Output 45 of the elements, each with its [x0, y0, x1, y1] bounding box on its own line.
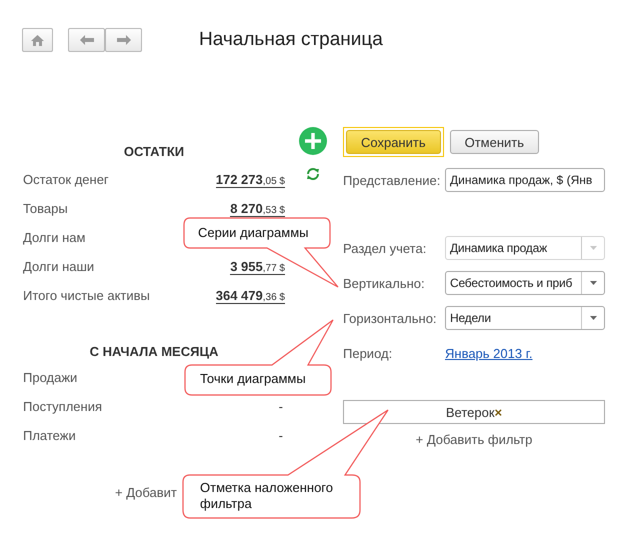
row-label: Платежи: [23, 428, 76, 443]
dropdown-field[interactable]: Себестоимость и приб: [445, 271, 605, 295]
add-icon[interactable]: [299, 127, 327, 155]
amount-link[interactable]: 172 273,05 $: [216, 172, 285, 188]
field-label: Представление:: [343, 172, 442, 188]
dropdown-arrow-icon: [590, 246, 596, 250]
row-label: Товары: [23, 201, 68, 216]
field-label: Раздел учета:: [343, 240, 428, 256]
input-field[interactable]: Динамика продаж, $ (Янв: [445, 168, 605, 192]
row-label: Долги наши: [23, 259, 94, 274]
row-label: Продажи: [23, 370, 78, 385]
dropdown-arrow-icon: [590, 316, 596, 320]
home-button[interactable]: [22, 28, 53, 52]
row-value: -: [278, 399, 283, 414]
row-value: -: [278, 428, 283, 443]
forward-button[interactable]: [105, 28, 142, 52]
row-label: Итого чистые активы: [23, 288, 150, 303]
add-filter-link[interactable]: + Добавить фильтр: [416, 432, 532, 447]
field-label: Вертикально:: [343, 276, 426, 290]
filter-tag[interactable]: Ветерок×: [343, 400, 605, 424]
callout-text: Серии диаграммы: [198, 225, 310, 241]
home-icon: [31, 34, 44, 46]
add-link[interactable]: + Добавит: [115, 485, 177, 500]
row-label: Поступления: [23, 399, 102, 414]
callout-text: Отметка наложенного фильтра: [200, 480, 334, 512]
refresh-icon[interactable]: [306, 167, 320, 181]
callout-text: Точки диаграммы: [200, 371, 307, 387]
row-label: Остаток денег: [23, 172, 109, 187]
back-button[interactable]: [68, 28, 105, 52]
section-heading: С НАЧАЛА МЕСЯЦА: [88, 344, 220, 359]
row-label: Долги нам: [23, 230, 86, 245]
dropdown-arrow-icon: [590, 281, 596, 285]
amount-link[interactable]: 8 270,53 $: [230, 200, 285, 216]
save-button[interactable]: Сохранить: [346, 130, 441, 154]
field-label: Период:: [343, 346, 394, 360]
period-link[interactable]: Январь 2013 г.: [445, 346, 532, 360]
forward-arrow-icon: [116, 35, 130, 45]
amount-link[interactable]: 3 955,77 $: [230, 258, 285, 274]
cancel-button[interactable]: Отменить: [450, 130, 540, 154]
page-title: Начальная страница: [199, 29, 383, 51]
dropdown-field[interactable]: Недели: [445, 306, 605, 330]
back-arrow-icon: [80, 35, 94, 45]
section-heading: ОСТАТКИ: [122, 144, 186, 159]
field-label: Горизонтально:: [343, 310, 438, 326]
amount-link[interactable]: 364 479,36 $: [216, 288, 285, 304]
